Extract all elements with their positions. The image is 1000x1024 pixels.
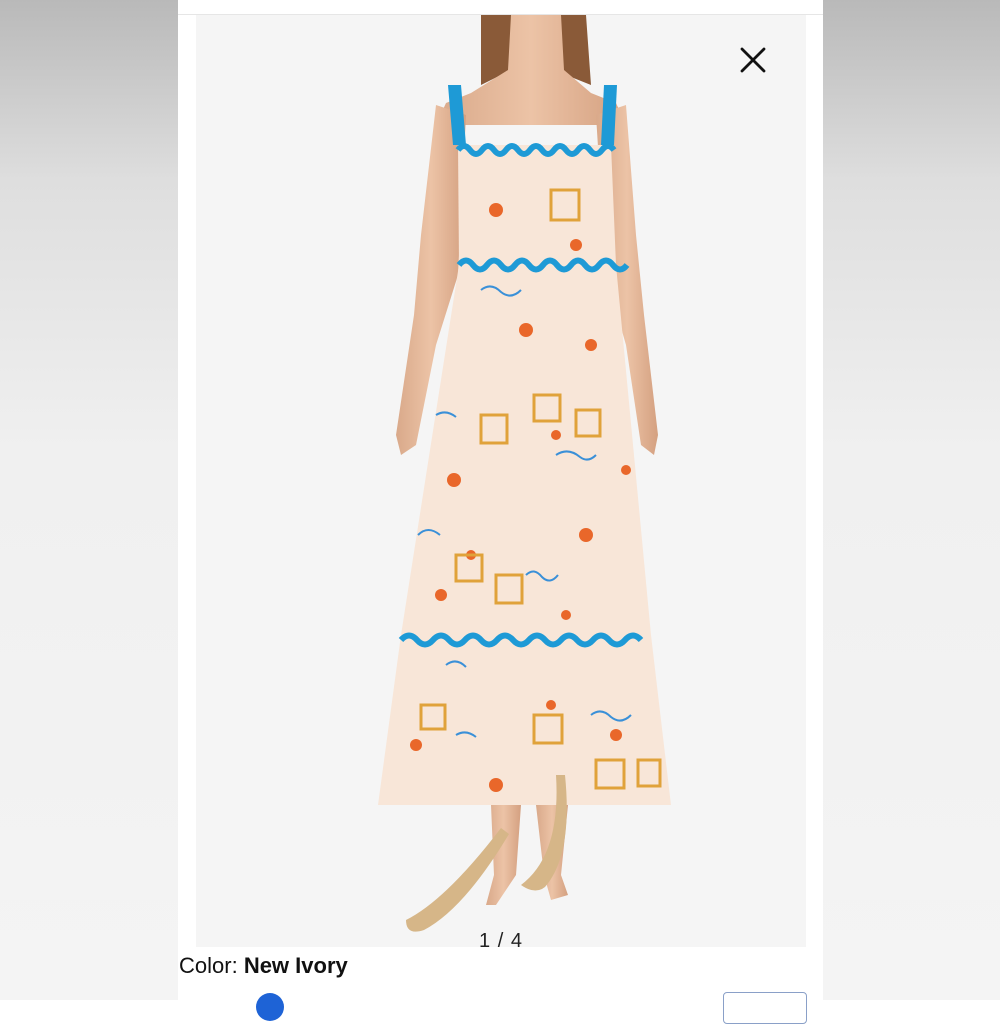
color-value: New Ivory: [243, 953, 348, 978]
backdrop-left: [0, 0, 178, 1000]
product-image-modal: 1 / 4 Color: New Ivory: [178, 0, 823, 1024]
color-label: Color:: [179, 953, 238, 978]
close-icon: [740, 47, 766, 73]
color-swatch-selected[interactable]: [256, 993, 284, 1021]
dress-photo-illustration: [196, 15, 806, 947]
image-counter: 1 / 4: [479, 930, 523, 947]
close-button[interactable]: [733, 40, 773, 80]
product-photo[interactable]: 1 / 4: [196, 15, 806, 947]
color-selection-label: Color: New Ivory: [179, 953, 348, 979]
backdrop-right: [823, 0, 1000, 1000]
modal-top-edge: [178, 0, 823, 15]
size-option-box[interactable]: [723, 992, 807, 1024]
